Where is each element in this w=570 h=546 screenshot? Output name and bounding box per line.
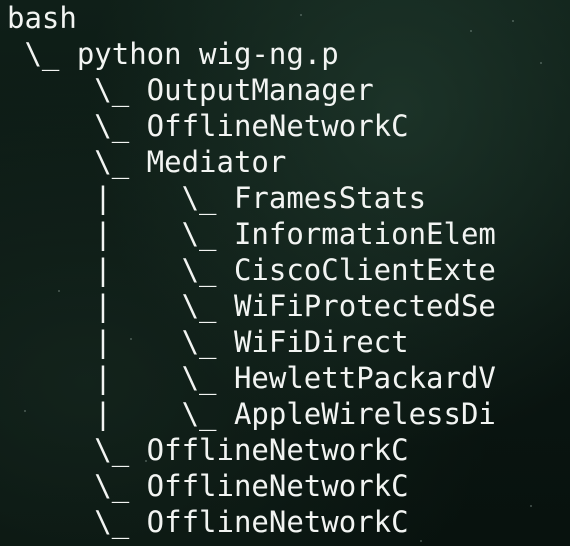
terminal-line-frames-stats: | \_ FramesStats <box>7 181 427 215</box>
terminal-line-offline-network: \_ OfflineNetworkC <box>7 505 409 539</box>
terminal-line-hewlett-packard: | \_ HewlettPackardV <box>7 361 496 395</box>
terminal-line-apple-wireless: | \_ AppleWirelessDi <box>7 397 496 431</box>
terminal-line-offline-network: \_ OfflineNetworkC <box>7 469 409 503</box>
background-speck <box>530 505 532 507</box>
background-speck <box>420 540 422 542</box>
terminal-line-cisco-client: | \_ CiscoClientExte <box>7 253 496 287</box>
background-speck <box>470 30 472 32</box>
background-speck <box>512 20 514 22</box>
terminal-line-python: \_ python wig-ng.p <box>7 37 339 71</box>
terminal-line-information-elem: | \_ InformationElem <box>7 217 496 251</box>
terminal-line-bash: bash <box>7 1 77 35</box>
terminal-line-offline-network: \_ OfflineNetworkC <box>7 433 409 467</box>
terminal-window[interactable]: bash \_ python wig-ng.p \_ OutputManager… <box>0 0 570 546</box>
terminal-line-wifi-direct: | \_ WiFiDirect <box>7 325 409 359</box>
terminal-line-mediator: \_ Mediator <box>7 145 287 179</box>
terminal-line-offline-network: \_ OfflineNetworkC <box>7 109 409 143</box>
background-speck <box>540 62 542 64</box>
terminal-line-output-manager: \_ OutputManager <box>7 73 374 107</box>
terminal-line-wifi-protected: | \_ WiFiProtectedSe <box>7 289 496 323</box>
background-speck <box>300 14 302 16</box>
